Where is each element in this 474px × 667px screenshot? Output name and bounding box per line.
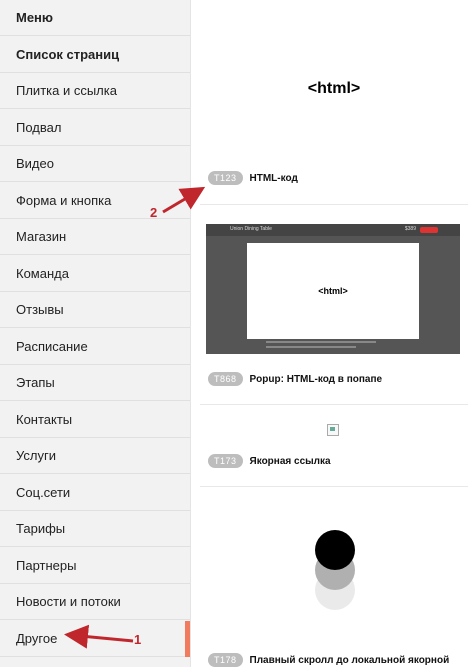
sidebar-item-stages[interactable]: Этапы: [0, 365, 190, 401]
block-label: Якорная ссылка: [249, 455, 331, 467]
annotation-marker-2: 2: [150, 205, 158, 220]
sidebar-item-partners[interactable]: Партнеры: [0, 548, 190, 584]
sidebar-item-footer[interactable]: Подвал: [0, 110, 190, 146]
block-code-badge: T868: [208, 372, 243, 386]
block-library: <html> T123 HTML-код Union Dining Table …: [200, 0, 468, 667]
sidebar-item-news[interactable]: Новости и потоки: [0, 584, 190, 620]
scroll-preview-circle-dark: [315, 530, 355, 570]
sidebar-item-contacts[interactable]: Контакты: [0, 402, 190, 438]
popup-preview-price: $389: [404, 226, 416, 232]
block-t173[interactable]: T173 Якорная ссылка: [208, 454, 331, 468]
anchor-link-image-icon: [327, 424, 339, 436]
sidebar-item-video[interactable]: Видео: [0, 146, 190, 182]
block-label: Плавный скролл до локальной якорной: [249, 654, 450, 666]
popup-preview-thumbnail[interactable]: Union Dining Table $389 <html>: [206, 224, 460, 354]
annotation-marker-1: 1: [134, 632, 142, 647]
block-code-badge: T178: [208, 653, 243, 667]
block-label: Popup: HTML-код в попапе: [249, 373, 383, 385]
popup-preview-button: [420, 227, 438, 233]
popup-preview-window-title: Union Dining Table: [230, 226, 272, 232]
popup-preview-caption-line: [266, 341, 376, 343]
sidebar-item-other[interactable]: Другое: [0, 621, 190, 657]
popup-preview-window: <html>: [247, 243, 419, 339]
sidebar: Меню Список страниц Плитка и ссылка Подв…: [0, 0, 191, 667]
sidebar-item-page-list[interactable]: Список страниц: [0, 37, 190, 73]
block-code-badge: T123: [208, 171, 243, 185]
popup-preview-caption-line: [266, 346, 356, 348]
sidebar-item-team[interactable]: Команда: [0, 256, 190, 292]
sidebar-item-schedule[interactable]: Расписание: [0, 329, 190, 365]
block-label: HTML-код: [249, 172, 298, 184]
sidebar-item-services[interactable]: Услуги: [0, 438, 190, 474]
block-t123[interactable]: T123 HTML-код: [208, 171, 298, 185]
divider: [200, 404, 468, 405]
divider: [200, 204, 468, 205]
popup-preview-text: <html>: [318, 286, 348, 296]
sidebar-item-form-button[interactable]: Форма и кнопка: [0, 183, 190, 219]
html-block-preview-title: <html>: [307, 80, 361, 97]
popup-preview-header: Union Dining Table $389: [206, 224, 460, 236]
block-code-badge: T173: [208, 454, 243, 468]
block-t178[interactable]: T178 Плавный скролл до локальной якорной: [208, 653, 449, 667]
divider: [200, 486, 468, 487]
block-t868[interactable]: T868 Popup: HTML-код в попапе: [208, 372, 382, 386]
sidebar-item-menu[interactable]: Меню: [0, 0, 190, 36]
sidebar-item-reviews[interactable]: Отзывы: [0, 292, 190, 328]
sidebar-item-pricing[interactable]: Тарифы: [0, 511, 190, 547]
sidebar-item-social[interactable]: Соц.сети: [0, 475, 190, 511]
sidebar-item-shop[interactable]: Магазин: [0, 219, 190, 255]
sidebar-item-tile-link[interactable]: Плитка и ссылка: [0, 73, 190, 109]
